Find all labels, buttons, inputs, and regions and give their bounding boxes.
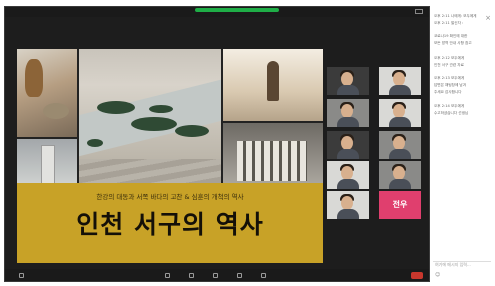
chat-placeholder: 여기에 메시지 입력... (435, 262, 471, 267)
recording-indicator[interactable] (195, 8, 279, 12)
slide-subtitle: 한강의 대동과 서쪽 바다의 고찬 & 심훈의 개척의 역사 (96, 193, 244, 201)
historic-person-photo (223, 49, 323, 121)
participant-tile[interactable] (327, 161, 369, 189)
record-icon[interactable] (261, 273, 266, 278)
participants-icon[interactable] (189, 273, 194, 278)
shared-screen-slide: 한강의 대동과 서쪽 바다의 고찬 & 심훈의 개척의 역사 인천 서구의 역사 (17, 49, 323, 263)
emoji-icon[interactable]: ☺ (435, 272, 440, 278)
artifact-photo (17, 49, 77, 137)
chat-line: 주세요 감사합니다 (434, 90, 462, 94)
mic-icon[interactable] (19, 273, 24, 278)
view-icon[interactable] (415, 9, 423, 14)
chat-panel: × 오후 2:11 나에게: 모두에게 오후 2:11 발신자 : 코로나19 … (431, 8, 493, 282)
meeting-toolbar (5, 269, 429, 281)
chat-line: 답변은 채팅창에 남겨 (434, 83, 467, 87)
participant-tile[interactable] (327, 191, 369, 219)
chat-icon[interactable] (213, 273, 218, 278)
leave-button[interactable] (411, 272, 423, 279)
tower-photo (17, 139, 77, 185)
aerial-islands-photo (79, 49, 221, 169)
participant-tile[interactable] (327, 67, 369, 95)
top-bar (5, 7, 429, 17)
chat-line: 오후 2:11 발신자 : (434, 21, 464, 25)
slide-title: 인천 서구의 역사 (76, 210, 264, 239)
title-banner: 한강의 대동과 서쪽 바다의 고찬 & 심훈의 개척의 역사 인천 서구의 역사 (17, 183, 323, 263)
participant-tile[interactable] (327, 99, 369, 127)
participant-name: 전우 (392, 200, 408, 209)
chat-line: 오후 2:11 나에게: 모두에게 (434, 14, 477, 18)
chat-line: 오후 2:13 모두에게 (434, 76, 465, 80)
chat-line: 오후 2:14 모두에게 (434, 104, 465, 108)
participant-tile[interactable] (379, 131, 421, 159)
chat-line: 인천 서구 관련 자료 (434, 63, 464, 67)
video-icon[interactable] (165, 273, 170, 278)
chat-line: 모든 방역 안내 사항 참고 (434, 41, 472, 45)
participant-tile[interactable] (379, 67, 421, 95)
share-icon[interactable] (237, 273, 242, 278)
chat-line: 코로나19 확인에 대한 (434, 34, 468, 38)
participant-tile[interactable]: 전우 (379, 191, 421, 219)
chat-line: 수고하셨습니다 선생님 (434, 111, 469, 115)
participant-tile[interactable] (379, 99, 421, 127)
meeting-window: 한강의 대동과 서쪽 바다의 고찬 & 심훈의 개척의 역사 인천 서구의 역사… (4, 6, 430, 282)
chat-line: 오후 2:12 모두에게 (434, 56, 465, 60)
participant-tile[interactable] (327, 131, 369, 159)
participant-tile[interactable] (379, 161, 421, 189)
